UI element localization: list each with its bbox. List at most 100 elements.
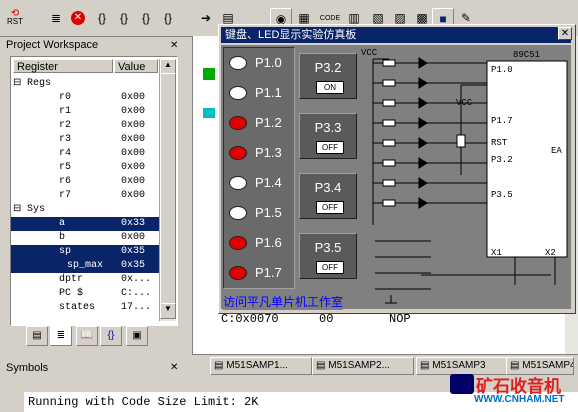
register-name: b: [59, 232, 66, 243]
vertical-scrollbar[interactable]: ▲ ▼: [159, 59, 176, 321]
register-value: 0x00: [121, 134, 146, 145]
led-bulb-icon: [229, 86, 247, 100]
register-row-r3[interactable]: r3 0x00: [11, 133, 159, 147]
book-icon: 📖: [80, 330, 94, 341]
tab-books[interactable]: 📖: [76, 326, 98, 346]
pin-label-x2: X2: [545, 248, 556, 258]
run-to-cursor-button[interactable]: ≣: [46, 8, 66, 28]
key-p3-3[interactable]: P3.3 OFF: [299, 113, 357, 159]
key-p3-5[interactable]: P3.5 OFF: [299, 233, 357, 279]
led-label: P1.4: [255, 175, 282, 190]
column-header-value[interactable]: Value: [114, 59, 158, 73]
close-icon[interactable]: ✕: [170, 362, 178, 373]
led-bulb-icon: [229, 116, 247, 130]
dialog-title-text: 键盘、LED显示实验仿真板: [225, 29, 357, 41]
window-icon: ▤: [222, 11, 234, 25]
column-header-register[interactable]: Register: [13, 59, 113, 73]
step-into-icon: {}: [97, 11, 106, 25]
tree-group-sys[interactable]: ⊟ Sys: [11, 203, 159, 217]
key-state[interactable]: OFF: [316, 141, 344, 154]
circuit-led-3-polygon: [418, 117, 428, 129]
led-label: P1.6: [255, 235, 282, 250]
studio-link[interactable]: 访问平凡单片机工作室: [223, 293, 344, 310]
code-label: CODE: [319, 14, 341, 22]
step-out-icon: {}: [141, 11, 150, 25]
register-row-r7[interactable]: r7 0x00: [11, 189, 159, 203]
key-state[interactable]: OFF: [316, 261, 344, 274]
close-icon[interactable]: ✕: [170, 40, 178, 51]
led-label: P1.7: [255, 265, 282, 280]
register-row-dptr[interactable]: dptr 0x...: [11, 273, 159, 287]
register-row-r2[interactable]: r2 0x00: [11, 119, 159, 133]
stop-button[interactable]: ✕: [68, 8, 88, 28]
dialog-title[interactable]: 键盘、LED显示实验仿真板: [221, 27, 571, 43]
register-row-r0[interactable]: r0 0x00: [11, 91, 159, 105]
reset-button[interactable]: ⟲ RST: [4, 8, 26, 28]
led-label: P1.1: [255, 85, 282, 100]
pin-label-rst: RST: [491, 138, 508, 148]
circuit-led-2-polygon: [418, 97, 428, 109]
key-label: P3.5: [314, 240, 342, 255]
tab-files[interactable]: ▤: [26, 326, 48, 346]
register-value: 0x00: [121, 176, 146, 187]
tab-registers[interactable]: ≣: [50, 326, 72, 346]
simulation-dialog: 键盘、LED显示实验仿真板 ✕ P1.0 P1.1 P1.2 P1.3 P1.4 P1.5…: [218, 24, 576, 314]
circuit-led-3-rect: [382, 119, 396, 127]
register-row-r1[interactable]: r1 0x00: [11, 105, 159, 119]
circuit-led-6-polygon: [418, 177, 428, 189]
register-value: 0x00: [121, 148, 146, 159]
register-row-r5[interactable]: r5 0x00: [11, 161, 159, 175]
tree-group-regs[interactable]: ⊟ Regs: [11, 77, 159, 91]
led-p1-7: P1.7: [227, 263, 291, 287]
current-line-marker: [203, 108, 215, 118]
key-p3-2[interactable]: P3.2 ON: [299, 53, 357, 99]
doc-tab-1[interactable]: ▤ M51SAMP1...: [210, 357, 312, 375]
key-state[interactable]: ON: [316, 81, 344, 94]
key-state[interactable]: OFF: [316, 201, 344, 214]
register-row-pc[interactable]: PC $ C:...: [11, 287, 159, 301]
pin-label-p17: P1.7: [491, 116, 513, 126]
expand-icon[interactable]: ⊟: [13, 77, 21, 91]
register-value: 0x00: [121, 162, 146, 173]
scroll-down-arrow[interactable]: ▼: [160, 303, 176, 319]
step-into-button[interactable]: {}: [92, 8, 112, 28]
pin-label-p32: P3.2: [491, 155, 513, 165]
run-to-line-icon: {}: [163, 11, 172, 25]
run-to-line-button[interactable]: {}: [158, 8, 178, 28]
register-name: r7: [59, 190, 72, 201]
led-p1-5: P1.5: [227, 203, 291, 227]
circuit-led-0-rect: [382, 59, 396, 67]
led-p1-0: P1.0: [227, 53, 291, 77]
expand-icon[interactable]: ⊟: [13, 203, 21, 217]
register-row-a[interactable]: a 0x33: [11, 217, 159, 231]
arrow-right-icon: ➔: [200, 11, 212, 25]
led-label: P1.5: [255, 205, 282, 220]
watermark-url: WWW.CNHAM.NET: [474, 394, 565, 405]
doc-tab-2[interactable]: ▤ M51SAMP2...: [312, 357, 414, 375]
register-row-r4[interactable]: r4 0x00: [11, 147, 159, 161]
circuit-led-0-polygon: [418, 57, 428, 69]
next-statement-button[interactable]: ➔: [196, 8, 216, 28]
tab-templates[interactable]: ▣: [126, 326, 148, 346]
register-row-b[interactable]: b 0x00: [11, 231, 159, 245]
key-p3-4[interactable]: P3.4 OFF: [299, 173, 357, 219]
chip-label: 89C51: [513, 50, 540, 60]
circuit-led-5-polygon: [418, 157, 428, 169]
led-bulb-icon: [229, 146, 247, 160]
key-label: P3.2: [314, 60, 342, 75]
register-row-r6[interactable]: r6 0x00: [11, 175, 159, 189]
key-label: P3.3: [314, 120, 342, 135]
registers-icon: ≣: [56, 330, 66, 341]
group-label: Regs: [27, 78, 52, 89]
settings-icon: ✎: [460, 11, 472, 25]
step-over-button[interactable]: {}: [114, 8, 134, 28]
document-icon: ▤: [32, 330, 42, 341]
register-row-states[interactable]: states 17...: [11, 301, 159, 315]
register-row-sp[interactable]: sp 0x35: [11, 245, 159, 259]
scroll-thumb[interactable]: [160, 73, 176, 305]
register-row-spmax[interactable]: sp_max 0x35: [11, 259, 159, 273]
step-out-button[interactable]: {}: [136, 8, 156, 28]
register-name: dptr: [59, 274, 84, 285]
close-icon[interactable]: ✕: [558, 27, 572, 40]
tab-functions[interactable]: {}: [100, 326, 122, 346]
